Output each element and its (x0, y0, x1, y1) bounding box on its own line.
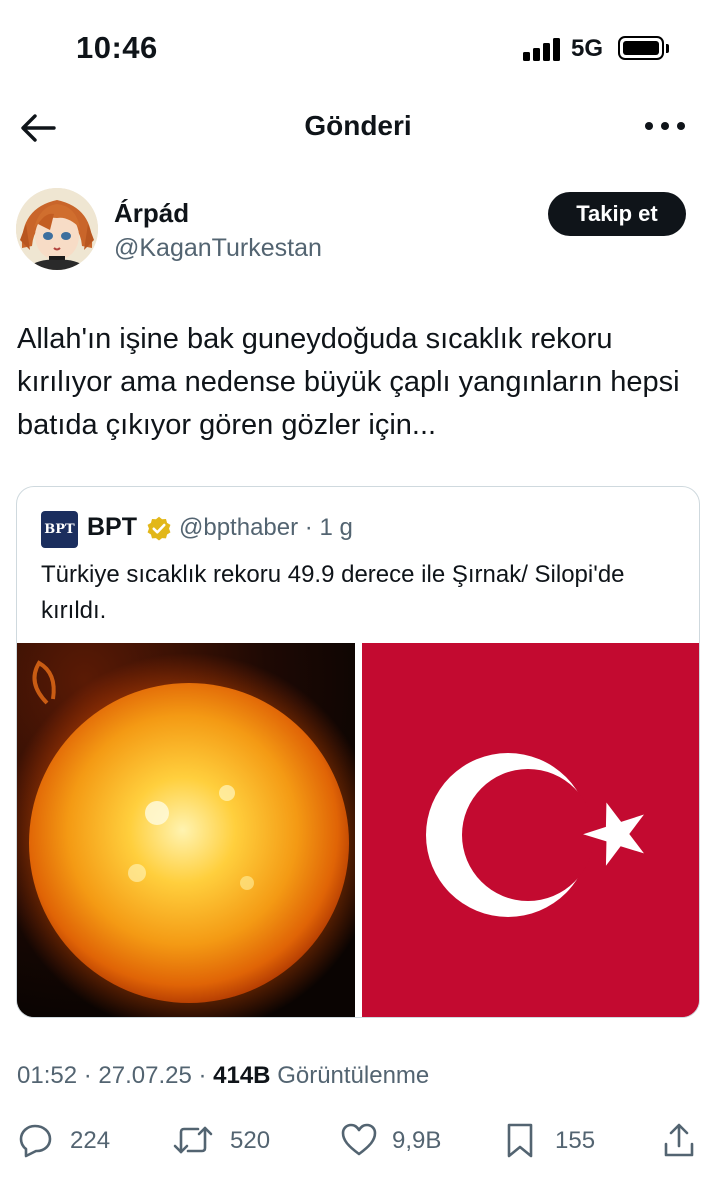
like-count: 9,9B (392, 1127, 442, 1154)
bookmark-icon (507, 1123, 533, 1158)
anime-avatar (16, 188, 98, 270)
follow-button[interactable]: Takip et (548, 192, 686, 236)
back-button[interactable] (18, 108, 58, 148)
views-label: Görüntülenme (277, 1062, 430, 1089)
retweet-icon (173, 1126, 213, 1154)
status-time: 10:46 (76, 30, 158, 65)
quote-author-name: BPT (87, 513, 137, 541)
page-title: Gönderi (304, 110, 412, 141)
arrow-left-icon (21, 114, 56, 142)
tweet-actions: 224 520 9,9B 155 (0, 1112, 716, 1168)
share-button[interactable] (662, 1122, 698, 1158)
quoted-tweet[interactable]: BPT BPT @bpthaber · 1 g Türkiye sıcaklık… (16, 486, 700, 1018)
retweet-button[interactable]: 520 (172, 1122, 282, 1158)
cellular-signal-icon (523, 37, 563, 61)
sun-image[interactable] (17, 643, 355, 1017)
heart-icon (341, 1123, 377, 1156)
battery-icon (618, 36, 664, 60)
reply-icon (19, 1124, 52, 1158)
tweet-text: Allah'ın işine bak guneydoğuda sıcaklık … (17, 323, 680, 441)
network-type: 5G (571, 35, 604, 62)
tweet-author: Árpád @KaganTurkestan Takip et (0, 186, 716, 278)
share-icon (664, 1123, 694, 1157)
like-button[interactable]: 9,9B (340, 1122, 450, 1158)
reply-button[interactable]: 224 (18, 1122, 118, 1158)
reply-count: 224 (70, 1127, 111, 1154)
author-name[interactable]: Árpád (114, 198, 189, 229)
avatar[interactable] (16, 188, 98, 270)
turkish-flag-image[interactable] (362, 643, 699, 1017)
quote-handle-time: @bpthaber · 1 g (179, 514, 353, 541)
tweet-timestamp: 01:52 · 27.07.25 · (17, 1062, 214, 1089)
author-handle[interactable]: @KaganTurkestan (114, 234, 322, 263)
more-options-button[interactable] (642, 114, 688, 138)
views-count: 414B (213, 1062, 271, 1089)
battery-tip (666, 44, 669, 53)
retweet-count: 520 (230, 1127, 271, 1154)
nav-header: Gönderi (0, 96, 716, 158)
tweet-meta: 01:52 · 27.07.25 · 414B Görüntülenme (17, 1062, 429, 1090)
bookmark-count: 155 (555, 1127, 596, 1154)
status-bar: 10:46 5G (0, 0, 716, 96)
quote-logo: BPT (41, 511, 78, 548)
quote-text: Türkiye sıcaklık rekoru 49.9 derece ile … (41, 561, 625, 624)
bookmark-button[interactable]: 155 (505, 1122, 605, 1158)
verified-badge-icon (147, 516, 171, 541)
